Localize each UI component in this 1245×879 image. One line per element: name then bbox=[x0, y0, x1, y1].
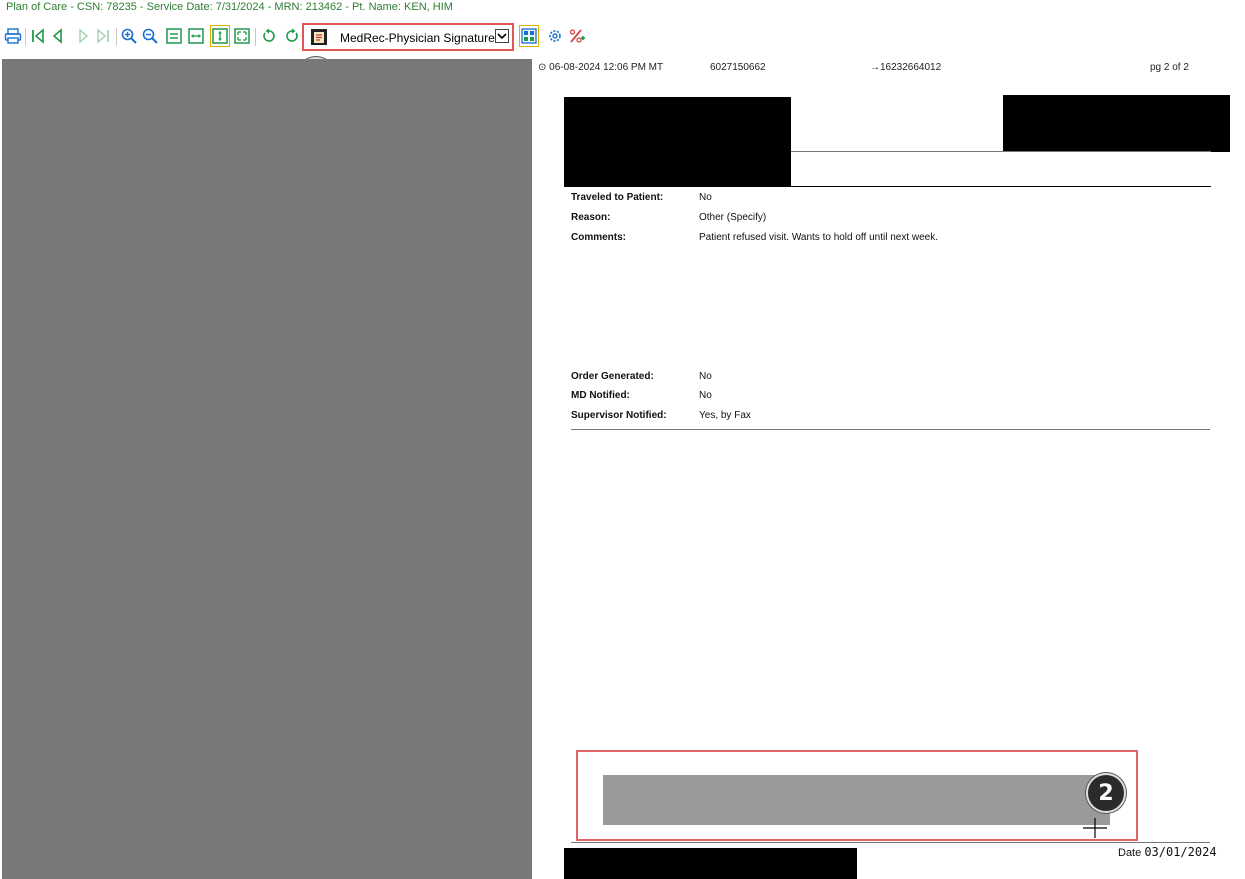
actual-size-icon[interactable] bbox=[165, 26, 183, 46]
signature-pen-icon[interactable] bbox=[568, 26, 586, 46]
field-value: Other (Specify) bbox=[699, 212, 767, 223]
divider bbox=[791, 186, 1211, 187]
thumbnails-icon[interactable] bbox=[519, 25, 539, 47]
fax-to-number: →16232664012 bbox=[870, 62, 942, 73]
fit-page-icon[interactable] bbox=[233, 26, 251, 46]
next-page-icon[interactable] bbox=[74, 26, 92, 46]
last-page-icon[interactable] bbox=[94, 26, 112, 46]
field-label: MD Notified: bbox=[571, 390, 630, 401]
window-title: Plan of Care - CSN: 78235 - Service Date… bbox=[6, 1, 453, 13]
fax-timestamp: ⊙ 06-08-2024 12:06 PM MT bbox=[538, 62, 664, 73]
field-label: Traveled to Patient: bbox=[571, 192, 664, 203]
redacted-block bbox=[564, 848, 857, 879]
print-icon[interactable] bbox=[4, 26, 22, 46]
field-label: Comments: bbox=[571, 232, 627, 243]
field-value: No bbox=[699, 192, 712, 203]
fit-width-icon[interactable] bbox=[187, 26, 205, 46]
first-page-icon[interactable] bbox=[29, 26, 47, 46]
signature-date: Date 03/01/2024 bbox=[1118, 845, 1217, 859]
divider bbox=[571, 429, 1210, 430]
zoom-out-icon[interactable] bbox=[141, 26, 159, 46]
fax-from-number: 6027150662 bbox=[710, 62, 766, 73]
arrow-right-icon: → bbox=[870, 62, 880, 73]
viewer-background bbox=[2, 59, 532, 879]
crosshair-cursor-icon bbox=[1083, 818, 1107, 838]
previous-page-icon[interactable] bbox=[49, 26, 67, 46]
settings-gear-icon[interactable] bbox=[546, 26, 564, 46]
field-label: Reason: bbox=[571, 212, 611, 223]
signature-field[interactable] bbox=[603, 775, 1110, 825]
field-label: Order Generated: bbox=[571, 371, 654, 382]
chevron-down-icon[interactable] bbox=[495, 29, 509, 43]
field-value: Patient refused visit. Wants to hold off… bbox=[699, 232, 939, 243]
clock-icon: ⊙ bbox=[538, 62, 550, 73]
document-type-value: MedRec-Physician Signature bbox=[340, 31, 495, 45]
divider bbox=[571, 842, 1210, 843]
document-type-dropdown[interactable]: MedRec-Physician Signature bbox=[302, 23, 514, 51]
rotate-right-icon[interactable] bbox=[283, 26, 301, 46]
field-value: Yes, by Fax bbox=[699, 410, 751, 421]
fax-page-number: pg 2 of 2 bbox=[1150, 62, 1189, 73]
field-value: No bbox=[699, 390, 712, 401]
rotate-left-icon[interactable] bbox=[260, 26, 278, 46]
document-type-icon bbox=[311, 29, 327, 45]
redacted-block bbox=[564, 97, 791, 187]
zoom-in-icon[interactable] bbox=[120, 26, 138, 46]
field-label: Supervisor Notified: bbox=[571, 410, 667, 421]
divider bbox=[791, 151, 1211, 152]
redacted-block bbox=[1003, 95, 1230, 152]
fit-height-icon[interactable] bbox=[210, 25, 230, 47]
field-value: No bbox=[699, 371, 712, 382]
callout-2: 2 bbox=[1086, 773, 1126, 813]
signature-date-value: 03/01/2024 bbox=[1144, 845, 1217, 859]
